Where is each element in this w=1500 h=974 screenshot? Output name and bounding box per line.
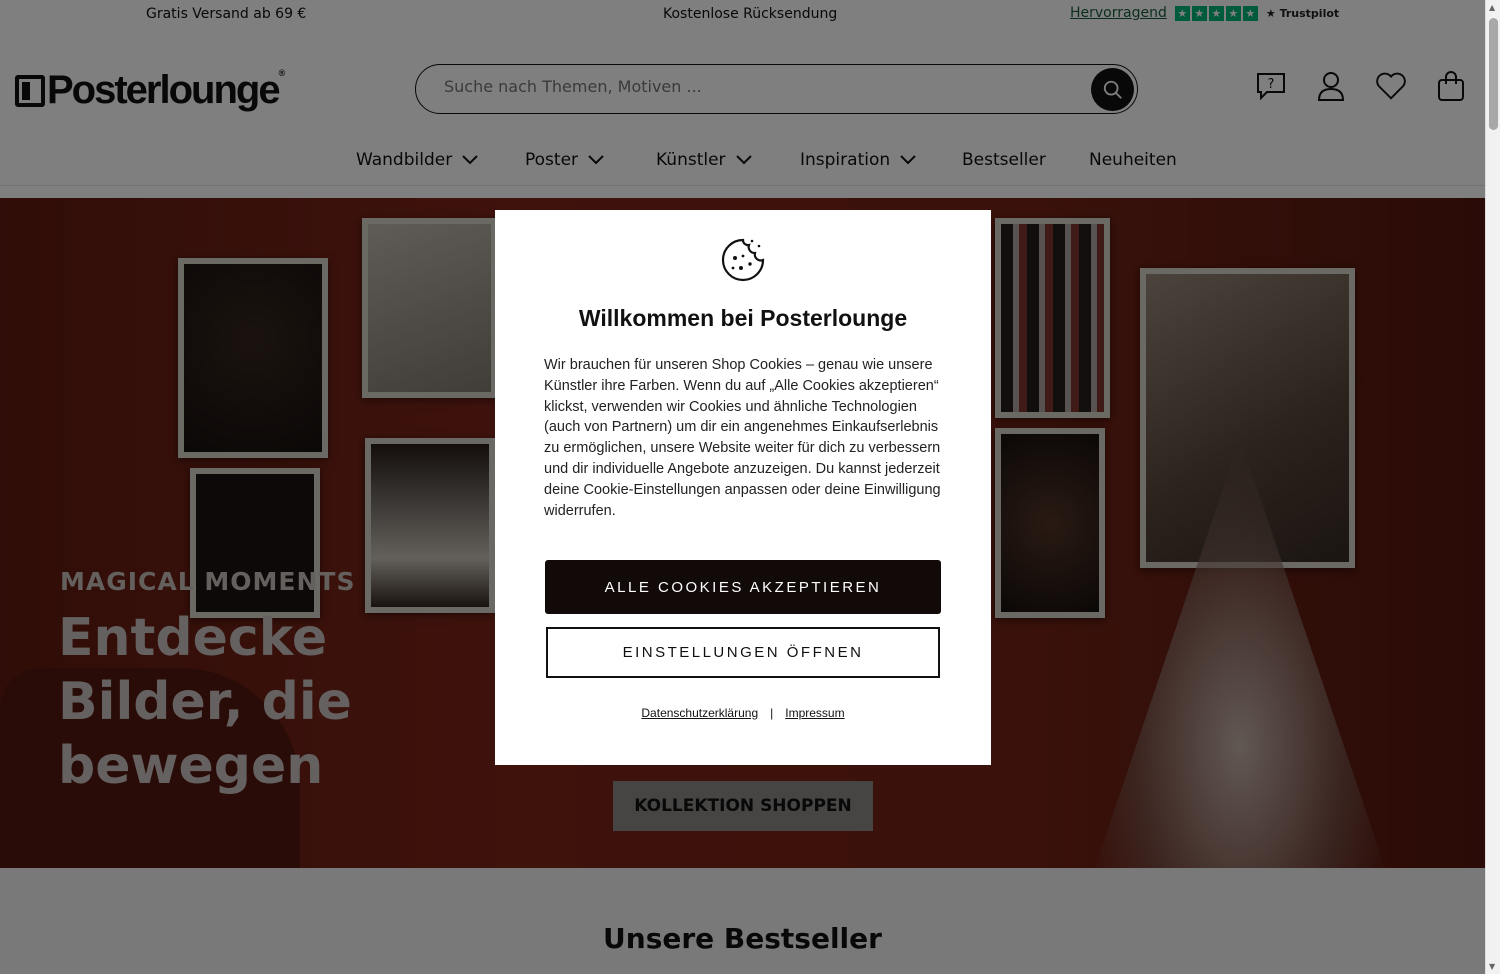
cookie-icon — [721, 238, 765, 282]
cookie-modal-text: Wir brauchen für unseren Shop Cookies – … — [544, 357, 941, 519]
cookie-modal-title: Willkommen bei Posterlounge — [578, 305, 908, 331]
accept-all-cookies-button[interactable]: ALLE COOKIES AKZEPTIEREN — [545, 560, 941, 614]
scroll-down-arrow-icon[interactable]: ▼ — [1489, 962, 1495, 971]
scrollbar-thumb[interactable] — [1489, 18, 1498, 130]
scroll-up-arrow-icon[interactable]: ▲ — [1489, 3, 1495, 12]
cookie-consent-modal: Willkommen bei Posterlounge Wir brauchen… — [495, 210, 991, 765]
open-settings-button[interactable]: EINSTELLUNGEN ÖFFNEN — [546, 627, 940, 678]
privacy-policy-link[interactable]: Datenschutzerklärung — [641, 706, 758, 720]
page-scrollbar[interactable]: ▲ ▼ — [1485, 0, 1500, 974]
cookie-modal-links: Datenschutzerklärung | Impressum — [495, 706, 991, 720]
link-separator: | — [770, 706, 774, 720]
imprint-link[interactable]: Impressum — [785, 706, 844, 720]
